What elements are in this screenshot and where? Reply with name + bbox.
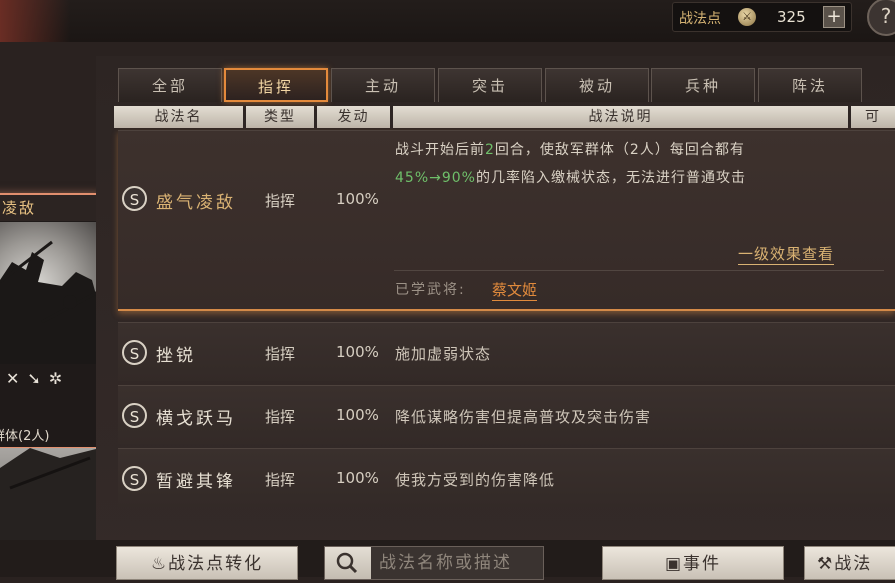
divider (394, 270, 884, 271)
convert-points-button[interactable]: ♨战法点转化 (116, 546, 298, 580)
search-button[interactable] (325, 547, 371, 579)
tab-passive[interactable]: 被动 (545, 68, 649, 102)
description-text: 战斗开始后前 (395, 142, 485, 158)
event-label: 事件 (683, 554, 722, 574)
help-button[interactable]: ? (867, 0, 895, 36)
tactic-label: 战法 (834, 554, 873, 574)
description-line-2: 45%→90%的几率陷入缴械状态，无法进行普通攻击 (395, 167, 746, 187)
tab-formation[interactable]: 阵法 (758, 68, 862, 102)
tactic-points-display: 战法点 ⚔ 325 + (672, 2, 852, 32)
tactic-rate: 100% (336, 469, 379, 487)
tactic-name: 盛气凌敌 (156, 193, 236, 213)
card-troop-icons: ✕➘✲ (6, 369, 70, 388)
column-header-extra[interactable]: 可 (851, 106, 895, 128)
description-highlight: 2 (485, 142, 495, 158)
tab-command[interactable]: 指挥 (224, 68, 328, 102)
hammer-icon: ⚒ (817, 554, 835, 574)
tactic-rate: 100% (336, 190, 379, 208)
tactic-type: 指挥 (265, 471, 296, 489)
search-input[interactable] (373, 547, 541, 579)
flame-icon: ♨ (150, 554, 169, 574)
card-target-text: 群体(2人) (0, 429, 50, 444)
wheel-icon: ✲ (48, 369, 71, 388)
learned-general-link[interactable]: 蔡文姬 (492, 279, 538, 301)
search-bar (324, 546, 544, 580)
top-bar: 战法点 ⚔ 325 + ? (0, 0, 895, 42)
battle-silhouette-icon (0, 240, 98, 364)
tactic-rate: 100% (336, 406, 379, 424)
add-points-button[interactable]: + (823, 6, 845, 28)
column-header-description: 战法说明 (393, 106, 848, 128)
crossed-swords-icon: ✕ (6, 369, 28, 388)
tactic-points-coin-icon: ⚔ (738, 8, 756, 26)
tactic-type: 指挥 (265, 192, 296, 210)
tactic-row[interactable]: S 挫锐 指挥 100% 施加虚弱状态 (118, 322, 895, 381)
column-header-trigger[interactable]: 发动 (317, 106, 390, 128)
tab-active[interactable]: 主动 (331, 68, 435, 102)
rank-badge: S (122, 466, 147, 491)
tactic-row-expanded[interactable]: S 盛气凌敌 指挥 100% 战斗开始后前2回合，使敌军群体（2人）每回合都有 … (118, 130, 895, 311)
card-title: 凌敌 (0, 195, 98, 221)
column-header-type[interactable]: 类型 (246, 106, 314, 128)
description-text: 的几率陷入缴械状态，无法进行普通攻击 (475, 170, 746, 186)
tactic-description: 施加虚弱状态 (395, 345, 492, 363)
tactic-type: 指挥 (265, 408, 296, 426)
tab-troop[interactable]: 兵种 (651, 68, 755, 102)
tactic-row[interactable]: S 暂避其锋 指挥 100% 使我方受到的伤害降低 (118, 448, 895, 507)
rank-badge: S (122, 186, 147, 211)
search-icon (336, 552, 358, 574)
description-highlight: 45%→90% (395, 170, 476, 186)
rank-badge: S (122, 340, 147, 365)
tactic-rate: 100% (336, 343, 379, 361)
tactic-points-label: 战法点 (679, 11, 721, 27)
column-header-name[interactable]: 战法名 (114, 106, 243, 128)
tactic-button[interactable]: ⚒战法 (804, 546, 895, 580)
learned-general-label: 已学武将: (395, 282, 466, 298)
tactic-points-value: 325 (777, 8, 806, 26)
tab-assault[interactable]: 突击 (438, 68, 542, 102)
arrow-icon: ➘ (27, 369, 49, 388)
rank-badge: S (122, 403, 147, 428)
level-effect-link[interactable]: 一级效果查看 (738, 243, 835, 265)
tactic-name: 横戈跃马 (156, 409, 236, 429)
convert-points-label: 战法点转化 (168, 554, 264, 574)
event-button[interactable]: ▣事件 (602, 546, 784, 580)
description-text: 回合，使敌军群体（2人）每回合都有 (494, 142, 745, 158)
selected-tactic-card[interactable]: 凌敌 ✕➘✲ 群体(2人) (0, 193, 100, 449)
tactic-type: 指挥 (265, 345, 296, 363)
description-line-1: 战斗开始后前2回合，使敌军群体（2人）每回合都有 (395, 139, 745, 159)
tactic-description: 降低谋略伤害但提高普攻及突击伤害 (395, 408, 652, 426)
top-left-accent (0, 0, 70, 42)
tab-all[interactable]: 全部 (118, 68, 222, 102)
card-artwork (0, 222, 98, 364)
tactic-description: 使我方受到的伤害降低 (395, 471, 556, 489)
tactic-name: 暂避其锋 (156, 472, 236, 492)
event-icon: ▣ (664, 554, 684, 574)
tactic-name: 挫锐 (156, 346, 196, 366)
tactic-row[interactable]: S 横戈跃马 指挥 100% 降低谋略伤害但提高普攻及突击伤害 (118, 385, 895, 444)
